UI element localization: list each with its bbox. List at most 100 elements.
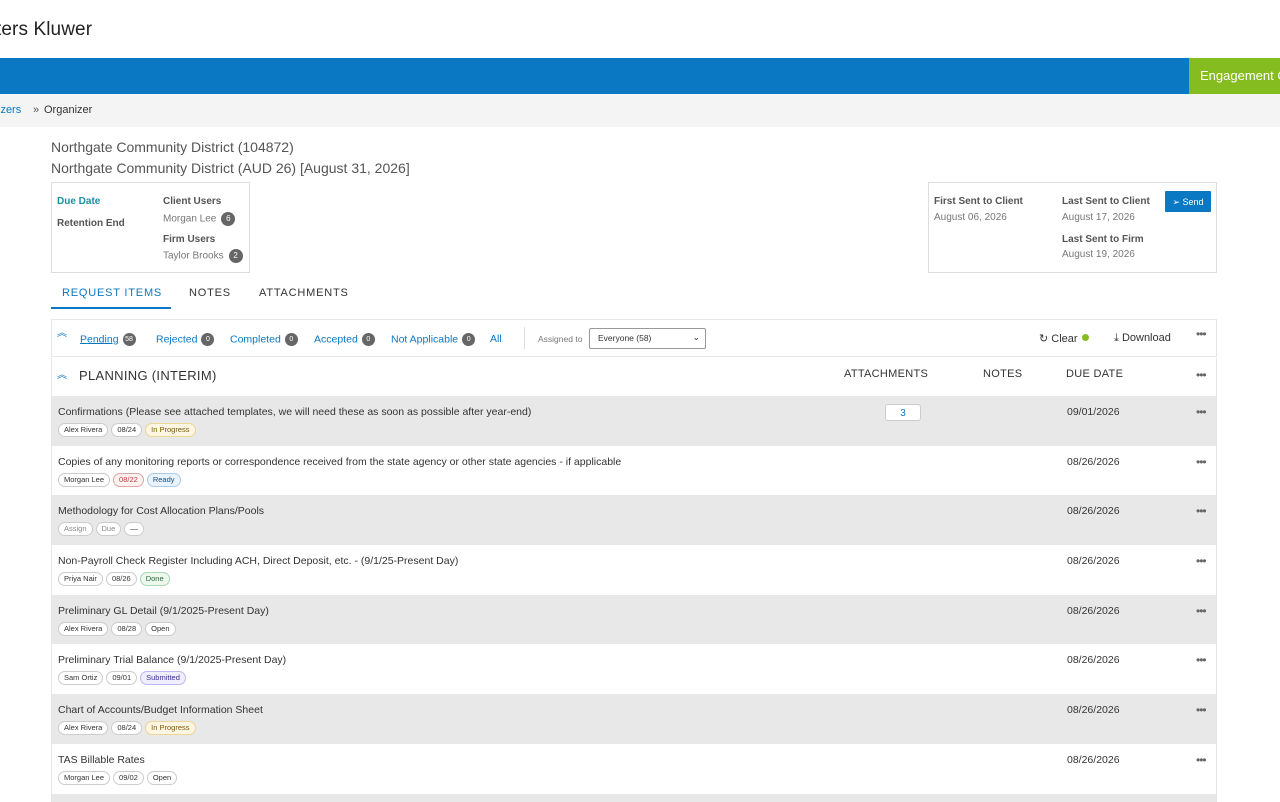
status-badge[interactable]: In Progress bbox=[145, 423, 196, 437]
table-row[interactable]: Copies of any monitoring reports or corr… bbox=[52, 446, 1216, 496]
table-row[interactable]: Chart of Accounts/Budget Information She… bbox=[52, 694, 1216, 744]
top-header: ters Kluwer bbox=[0, 0, 1280, 58]
tab-attachments[interactable]: ATTACHMENTS bbox=[259, 287, 349, 299]
filter-pending-count: 58 bbox=[122, 333, 136, 346]
due-date: 08/26/2026 bbox=[1067, 555, 1120, 568]
last-sent-client-date: August 17, 2026 bbox=[1062, 212, 1135, 223]
more-options-icon[interactable]: ••• bbox=[1196, 327, 1207, 341]
row-more-icon[interactable]: ••• bbox=[1196, 405, 1207, 419]
date-tag[interactable]: Due bbox=[95, 522, 122, 537]
first-sent-label: First Sent to Client bbox=[934, 196, 1023, 207]
client-user-name: Morgan Lee bbox=[163, 213, 217, 225]
assignee-tag[interactable]: Morgan Lee bbox=[58, 472, 111, 487]
tab-notes[interactable]: NOTES bbox=[189, 287, 231, 299]
row-tags: Morgan Lee 09/02 Open bbox=[58, 770, 180, 789]
download-icon: ⤓ bbox=[1114, 332, 1119, 344]
filter-accepted-label: Accepted bbox=[314, 333, 358, 346]
page-title: Northgate Community District (104872) bbox=[51, 139, 294, 155]
firm-user-count[interactable]: 2 bbox=[228, 249, 243, 263]
row-more-icon[interactable]: ••• bbox=[1196, 753, 1207, 767]
filter-not-applicable[interactable]: Not Applicable 0 bbox=[391, 333, 476, 346]
row-more-icon[interactable]: ••• bbox=[1196, 703, 1207, 717]
nav-bar: Engagement C bbox=[0, 58, 1280, 94]
row-more-icon[interactable]: ••• bbox=[1196, 653, 1207, 667]
due-date: 08/26/2026 bbox=[1067, 654, 1120, 667]
status-badge[interactable]: Open bbox=[145, 621, 176, 636]
status-badge[interactable]: Ready bbox=[146, 472, 181, 487]
row-title[interactable]: Chart of Accounts/Budget Information She… bbox=[58, 704, 263, 716]
row-title[interactable]: Copies of any monitoring reports or corr… bbox=[58, 456, 621, 468]
row-title[interactable]: Confirmations (Please see attached templ… bbox=[58, 406, 531, 418]
brand-logo-text[interactable]: ters Kluwer bbox=[0, 19, 92, 41]
date-tag[interactable]: 09/01 bbox=[106, 671, 138, 686]
date-tag[interactable]: 08/26 bbox=[105, 572, 137, 587]
row-more-icon[interactable]: ••• bbox=[1196, 554, 1207, 568]
assignee-tag[interactable]: Priya Nair bbox=[58, 572, 103, 587]
assignee-tag[interactable]: Alex Rivera bbox=[58, 423, 109, 437]
breadcrumb-link-organizers[interactable]: izers bbox=[0, 104, 21, 116]
client-users-label: Client Users bbox=[163, 196, 222, 207]
clear-button[interactable]: ↻ Clear bbox=[1039, 332, 1089, 345]
table-row[interactable]: Preliminary GL Detail (9/1/2025-Present … bbox=[52, 594, 1216, 645]
engagement-button[interactable]: Engagement C bbox=[1189, 58, 1280, 94]
filter-rejected-count: 0 bbox=[201, 333, 215, 346]
breadcrumb: izers » Organizer bbox=[0, 94, 1280, 127]
assignee-tag[interactable]: Morgan Lee bbox=[58, 770, 111, 785]
date-tag[interactable]: 08/24 bbox=[111, 423, 143, 437]
row-more-icon[interactable]: ••• bbox=[1196, 504, 1207, 518]
status-badge[interactable]: Submitted bbox=[140, 671, 186, 686]
assignee-tag[interactable]: Alex Rivera bbox=[58, 621, 109, 636]
attachments-count-button[interactable]: 3 bbox=[885, 404, 921, 421]
row-more-icon[interactable]: ••• bbox=[1196, 604, 1207, 618]
collapse-section-icon[interactable]: ︽ bbox=[57, 371, 67, 381]
date-tag[interactable]: 08/28 bbox=[111, 621, 143, 636]
table-row[interactable]: Methodology for Cost Allocation Plans/Po… bbox=[52, 495, 1216, 546]
assignee-tag[interactable]: Assign bbox=[58, 522, 93, 537]
row-title[interactable]: Non-Payroll Check Register Including ACH… bbox=[58, 555, 458, 567]
engagement-info-box: Due Date Retention End Client Users Morg… bbox=[51, 182, 250, 273]
row-tags: Morgan Lee 08/22 Ready bbox=[58, 472, 184, 491]
status-badge[interactable]: In Progress bbox=[145, 721, 196, 736]
status-badge[interactable]: Open bbox=[146, 770, 178, 785]
breadcrumb-current: Organizer bbox=[44, 104, 93, 116]
section-more-icon[interactable]: ••• bbox=[1196, 368, 1207, 382]
row-title[interactable]: Methodology for Cost Allocation Plans/Po… bbox=[58, 505, 264, 517]
filter-accepted[interactable]: Accepted 0 bbox=[314, 333, 375, 346]
table-row[interactable]: Confirmations (Please see attached templ… bbox=[52, 396, 1216, 446]
filter-rejected[interactable]: Rejected 0 bbox=[156, 333, 215, 346]
filter-pending[interactable]: Pending 58 bbox=[80, 333, 136, 346]
last-sent-firm-date: August 19, 2026 bbox=[1062, 249, 1135, 260]
assignee-tag[interactable]: Alex Rivera bbox=[58, 721, 109, 736]
table-row[interactable]: Preliminary Trial Balance (9/1/2025-Pres… bbox=[52, 644, 1216, 694]
tab-request-items[interactable]: REQUEST ITEMS bbox=[62, 287, 162, 299]
assignee-tag[interactable]: Sam Ortiz bbox=[58, 671, 104, 686]
status-badge[interactable]: — bbox=[124, 522, 144, 537]
row-title[interactable]: Preliminary GL Detail (9/1/2025-Present … bbox=[58, 605, 269, 617]
status-badge[interactable]: Done bbox=[139, 572, 170, 587]
collapse-all-icon[interactable]: ︽ bbox=[57, 329, 67, 339]
refresh-icon: ↻ bbox=[1039, 333, 1049, 345]
date-tag[interactable]: 09/02 bbox=[113, 770, 144, 785]
send-button[interactable]: ➢ Send bbox=[1165, 191, 1211, 212]
due-date: 08/26/2026 bbox=[1067, 455, 1120, 468]
filter-not-applicable-label: Not Applicable bbox=[391, 333, 459, 346]
send-label: Send bbox=[1182, 197, 1204, 207]
row-title[interactable]: Preliminary Trial Balance (9/1/2025-Pres… bbox=[58, 654, 286, 666]
tab-bar: REQUEST ITEMS NOTES ATTACHMENTS bbox=[51, 280, 1217, 310]
table-row[interactable]: TAS Billable Rates Morgan Lee 09/02 Open 0… bbox=[52, 744, 1216, 794]
due-date-label[interactable]: Due Date bbox=[57, 196, 100, 207]
download-button[interactable]: ⤓ Download bbox=[1114, 332, 1171, 345]
row-title[interactable]: TAS Billable Rates bbox=[58, 754, 145, 766]
date-tag[interactable]: 08/24 bbox=[111, 721, 143, 736]
filter-all[interactable]: All bbox=[490, 333, 502, 345]
table-row[interactable]: Non-Payroll Check Register Including ACH… bbox=[52, 545, 1216, 595]
sent-info-box: First Sent to Client August 06, 2026 Las… bbox=[928, 182, 1217, 273]
assigned-to-select[interactable]: Everyone (58) ⌄ bbox=[589, 328, 706, 349]
filter-not-applicable-count: 0 bbox=[462, 333, 476, 346]
client-user-count[interactable]: 6 bbox=[221, 212, 236, 226]
date-tag[interactable]: 08/22 bbox=[113, 472, 144, 487]
filter-completed[interactable]: Completed 0 bbox=[230, 333, 298, 346]
filter-pending-label: Pending bbox=[80, 333, 119, 346]
firm-user-name: Taylor Brooks bbox=[163, 250, 224, 262]
row-more-icon[interactable]: ••• bbox=[1196, 455, 1207, 469]
